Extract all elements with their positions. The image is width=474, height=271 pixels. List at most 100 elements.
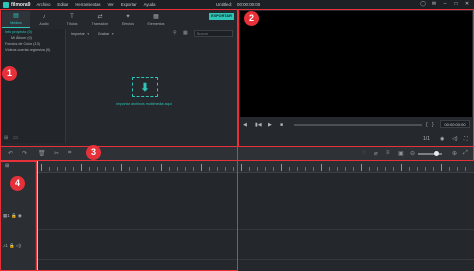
- visibility-eye-icon[interactable]: ◉: [18, 213, 22, 218]
- undo-icon[interactable]: ↶: [8, 150, 13, 157]
- ruler-tick: [457, 167, 458, 171]
- chevron-down-icon: ▼: [111, 31, 115, 36]
- elements-icon: ▦: [153, 13, 159, 20]
- lock-icon[interactable]: 🔒: [11, 213, 17, 218]
- playback-progress-bar[interactable]: [294, 124, 422, 126]
- drop-hint-label[interactable]: Importar archivos multimedia aquí: [68, 102, 220, 106]
- menu-ayuda[interactable]: Ayuda: [144, 2, 156, 7]
- filter-icon[interactable]: ⚲: [173, 30, 177, 36]
- edit-toolbar: ↶ ↷ 🗑 ✂ ⌗ ◌ ⌀ ≡ ▣ ⊖ ⊕ ⤢: [0, 147, 474, 160]
- callout-badge-3: 3: [86, 145, 101, 160]
- tab-titulos[interactable]: T Títulos: [58, 11, 86, 28]
- menu-bar: filmora9 Archivo Editar Herramientas Ver…: [0, 0, 474, 9]
- ruler-tick: [313, 167, 314, 171]
- ruler-tick: [305, 167, 306, 171]
- tab-label: Audio: [39, 21, 49, 26]
- new-folder-icon[interactable]: ⊞: [4, 135, 8, 141]
- speaker-icon[interactable]: ◁): [16, 243, 21, 248]
- import-folder-icon[interactable]: ⬇: [132, 77, 158, 97]
- voiceover-mic-icon[interactable]: ⌀: [374, 150, 378, 157]
- ruler-tick: [233, 167, 234, 171]
- video-track-row[interactable]: [37, 201, 474, 230]
- tab-transicion[interactable]: ⇄ Transición: [86, 11, 114, 28]
- ruler-tick: [49, 167, 50, 171]
- zoom-in-icon[interactable]: ⊕: [452, 150, 457, 157]
- audio-mixer-icon[interactable]: ≡: [386, 150, 390, 156]
- snapshot-icon[interactable]: ◉: [440, 136, 444, 142]
- import-dropdown[interactable]: Importar: [71, 32, 85, 36]
- menu-archivo[interactable]: Archivo: [36, 2, 50, 7]
- ruler-tick: [393, 167, 394, 171]
- tab-medios[interactable]: ▤ Medios: [2, 11, 30, 28]
- preview-panel: ◀ ▮◀ ▶ ■ { } 00:00:00:00 1/1 ◉ ◁) ⛶: [238, 9, 474, 146]
- snapshot-marker-icon[interactable]: ▣: [398, 150, 404, 157]
- rewind-icon[interactable]: ◀: [243, 122, 247, 128]
- delete-icon[interactable]: 🗑: [38, 150, 46, 157]
- redo-icon[interactable]: ↷: [22, 150, 27, 157]
- ruler-tick: [217, 167, 218, 171]
- ruler-tick: [73, 167, 74, 171]
- preview-screen[interactable]: [240, 11, 472, 117]
- step-back-icon[interactable]: ▮◀: [255, 122, 262, 128]
- ruler-tick: [361, 164, 362, 171]
- timeline-ruler[interactable]: [37, 161, 474, 173]
- zoom-out-icon[interactable]: ⊖: [410, 150, 415, 157]
- menu-herramientas[interactable]: Herramientas: [75, 2, 100, 7]
- render-icon[interactable]: ◌: [362, 150, 366, 156]
- fit-timeline-icon[interactable]: ⤢: [463, 150, 468, 157]
- ruler-tick: [353, 167, 354, 171]
- cut-icon[interactable]: ✂: [54, 150, 59, 157]
- menu-editar[interactable]: Editar: [57, 2, 68, 7]
- tab-label: Transición: [91, 21, 109, 26]
- tab-efectos[interactable]: ✦ Efectos: [114, 11, 142, 28]
- stop-icon[interactable]: ■: [280, 122, 283, 128]
- app-logo: filmora9: [3, 1, 30, 8]
- ruler-tick: [169, 167, 170, 171]
- menu-ver[interactable]: Ver: [108, 2, 114, 7]
- play-icon[interactable]: ▶: [268, 122, 272, 128]
- tab-label: Elementos: [147, 21, 165, 26]
- tab-audio[interactable]: ♪ Audio: [30, 11, 58, 28]
- ruler-tick: [409, 167, 410, 171]
- fullscreen-icon[interactable]: ⛶: [464, 136, 468, 142]
- volume-icon[interactable]: ◁): [452, 136, 458, 142]
- tab-elementos[interactable]: ▦ Elementos: [142, 11, 170, 28]
- playhead[interactable]: [37, 161, 38, 271]
- minimize-icon[interactable]: –: [442, 1, 448, 7]
- add-track-icon[interactable]: ⊞: [5, 163, 9, 169]
- grid-view-icon[interactable]: ▦: [183, 30, 188, 36]
- download-arrow-icon: ⬇: [140, 81, 150, 94]
- search-input[interactable]: [194, 30, 233, 37]
- menu-exportar[interactable]: Exportar: [121, 2, 137, 7]
- document-title: Untitled:: [216, 2, 233, 7]
- export-button[interactable]: EXPORTAR: [209, 13, 234, 20]
- tab-label: Medios: [10, 21, 22, 25]
- ruler-tick: [185, 167, 186, 171]
- ruler-tick: [321, 164, 322, 171]
- record-dropdown[interactable]: Grabar: [98, 32, 109, 36]
- open-folder-icon[interactable]: ▭: [13, 135, 18, 141]
- close-icon[interactable]: ✕: [464, 1, 470, 7]
- audio-track-row[interactable]: [37, 231, 474, 260]
- user-icon[interactable]: ◯: [420, 1, 426, 7]
- ruler-tick: [241, 164, 242, 171]
- zoom-slider-handle[interactable]: [434, 151, 439, 156]
- ruler-tick: [329, 167, 330, 171]
- lock-icon[interactable]: 🔒: [9, 243, 15, 248]
- zoom-ratio[interactable]: 1/1: [423, 136, 430, 142]
- ruler-tick: [377, 167, 378, 171]
- chevron-down-icon: ▼: [86, 31, 90, 36]
- maximize-icon[interactable]: □: [453, 1, 459, 7]
- mark-out-icon[interactable]: }: [432, 122, 434, 128]
- sidebar-item-countdown-videos[interactable]: Vídeos cuenta regresiva (9): [2, 47, 65, 53]
- playback-controls: ◀ ▮◀ ▶ ■ { } 00:00:00:00 1/1 ◉ ◁) ⛶: [240, 118, 472, 144]
- mark-in-icon[interactable]: {: [426, 122, 428, 128]
- crop-icon[interactable]: ⌗: [68, 150, 71, 157]
- ruler-tick: [257, 167, 258, 171]
- notification-icon[interactable]: ✉: [431, 1, 437, 7]
- ruler-tick: [417, 167, 418, 171]
- ruler-tick: [105, 167, 106, 171]
- ruler-tick: [121, 164, 122, 171]
- ruler-tick: [177, 167, 178, 171]
- media-drop-area[interactable]: ⬇ Importar archivos multimedia aquí: [68, 39, 234, 143]
